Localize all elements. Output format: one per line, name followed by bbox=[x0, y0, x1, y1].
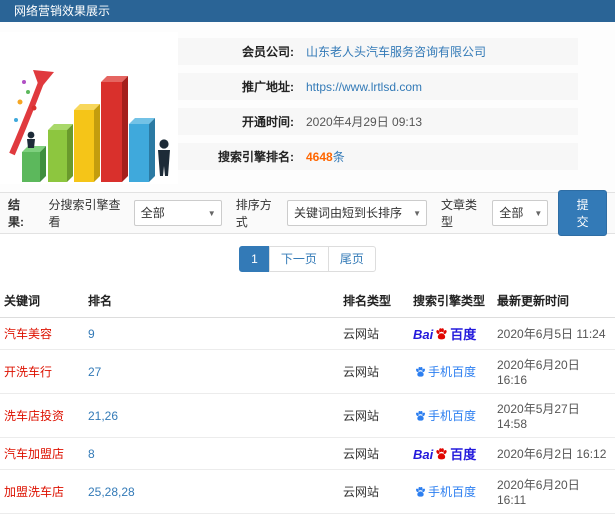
bar-chart-illustration bbox=[0, 32, 178, 184]
engine-cell: 手机百度 bbox=[409, 513, 493, 520]
paw-icon bbox=[416, 367, 425, 377]
baidu-logo-latin: Bai bbox=[413, 327, 434, 342]
growth-chart-graphic bbox=[9, 70, 170, 182]
paw-icon bbox=[436, 448, 447, 460]
rank-type-cell: 云网站 bbox=[339, 393, 409, 438]
engine-filter-select[interactable]: 全部 bbox=[133, 200, 222, 226]
next-page-button[interactable]: 下一页 bbox=[268, 246, 329, 272]
results-table-body: 汽车美容 9 云网站 Bai 百度 2020年6月5日 11:24 开洗车行 27 云网站 手机百… bbox=[0, 317, 615, 520]
rank-count-label: 搜索引擎排名: bbox=[218, 150, 294, 164]
rank-type-cell: 云网站 bbox=[339, 513, 409, 520]
keyword-cell: 汽车加盟店 bbox=[0, 437, 84, 470]
info-row-rank-count: 搜索引擎排名: 4648条 bbox=[178, 143, 578, 170]
pagination: 1 下一页 尾页 bbox=[0, 234, 615, 284]
header-rank: 排名 bbox=[84, 284, 339, 318]
updated-cell: 2020年6月2日 16:12 bbox=[493, 437, 615, 470]
results-table: 关键词 排名 排名类型 搜索引擎类型 最新更新时间 汽车美容 9 云网站 Bai 百度 2… bbox=[0, 284, 615, 520]
paw-icon bbox=[416, 411, 425, 421]
updated-cell: 2020年6月20日 16:16 bbox=[493, 349, 615, 394]
mobile-baidu-text: 手机百度 bbox=[428, 485, 477, 499]
rank-cell[interactable]: 25,28,28 bbox=[84, 469, 339, 514]
table-row: 洗车赚钱吗30云网站手机百度2020年6月20日 16:12 bbox=[0, 513, 615, 520]
keyword-cell: 开洗车行 bbox=[0, 349, 84, 394]
member-info-panel: 会员公司: 山东老人头汽车服务咨询有限公司 推广地址: https://www.… bbox=[178, 32, 615, 184]
keyword-cell: 洗车店投资 bbox=[0, 393, 84, 438]
engine-cell: Bai 百度 bbox=[409, 437, 493, 470]
mobile-baidu-text: 手机百度 bbox=[428, 365, 477, 379]
rank-cell[interactable]: 30 bbox=[84, 513, 339, 520]
header-updated: 最新更新时间 bbox=[493, 284, 615, 318]
rank-cell[interactable]: 21,26 bbox=[84, 393, 339, 438]
page-number-current[interactable]: 1 bbox=[239, 246, 270, 272]
rank-cell[interactable]: 8 bbox=[84, 437, 339, 470]
table-row: 汽车加盟店 8 云网站 Bai 百度 2020年6月2日 16:12 bbox=[0, 437, 615, 470]
promo-url-link[interactable]: https://www.lrtlsd.com bbox=[306, 80, 422, 94]
rank-count-unit: 条 bbox=[332, 150, 345, 164]
sort-filter-select[interactable]: 关键词由短到长排序 bbox=[287, 200, 428, 226]
engine-cell: 手机百度 bbox=[409, 469, 493, 514]
engine-filter-wrap: 全部 bbox=[133, 200, 222, 226]
table-row: 加盟洗车店 25,28,28 云网站 手机百度 2020年6月20日 16:11 bbox=[0, 469, 615, 514]
header-rank-type: 排名类型 bbox=[339, 284, 409, 318]
sort-filter-label: 排序方式 bbox=[235, 198, 272, 229]
rank-type-cell: 云网站 bbox=[339, 437, 409, 470]
last-page-button[interactable]: 尾页 bbox=[327, 246, 376, 272]
updated-cell: 2020年6月20日 16:11 bbox=[493, 469, 615, 514]
page-title: 网络营销效果展示 bbox=[14, 4, 111, 18]
engine-cell: 手机百度 bbox=[409, 349, 493, 394]
updated-cell: 2020年5月27日 14:58 bbox=[493, 393, 615, 438]
keyword-cell: 加盟洗车店 bbox=[0, 469, 84, 514]
keyword-cell: 洗车赚钱吗 bbox=[0, 513, 84, 520]
info-row-company: 会员公司: 山东老人头汽车服务咨询有限公司 bbox=[178, 38, 578, 65]
baidu-logo-text: 百度 bbox=[450, 327, 477, 342]
submit-button[interactable]: 提交 bbox=[558, 190, 607, 236]
engine-cell: Bai 百度 bbox=[409, 317, 493, 350]
rank-cell[interactable]: 9 bbox=[84, 317, 339, 350]
engine-cell: 手机百度 bbox=[409, 393, 493, 438]
baidu-logo-text: 百度 bbox=[450, 447, 477, 462]
rank-type-cell: 云网站 bbox=[339, 317, 409, 350]
mobile-baidu-text: 手机百度 bbox=[428, 409, 477, 423]
article-type-select[interactable]: 全部 bbox=[492, 200, 549, 226]
promo-url-label: 推广地址: bbox=[242, 80, 294, 94]
paw-icon bbox=[416, 487, 425, 497]
table-row: 洗车店投资 21,26 云网站 手机百度 2020年5月27日 14:58 bbox=[0, 393, 615, 438]
result-label: 结果: bbox=[8, 198, 24, 229]
rank-type-cell: 云网站 bbox=[339, 469, 409, 514]
paw-icon bbox=[436, 328, 447, 340]
table-row: 开洗车行 27 云网站 手机百度 2020年6月20日 16:16 bbox=[0, 349, 615, 394]
info-row-url: 推广地址: https://www.lrtlsd.com bbox=[178, 73, 578, 100]
updated-cell: 2020年6月5日 11:24 bbox=[493, 317, 615, 350]
baidu-logo-latin: Bai bbox=[413, 447, 434, 462]
rank-type-cell: 云网站 bbox=[339, 349, 409, 394]
page-header: 网络营销效果展示 bbox=[0, 0, 615, 22]
article-type-label: 文章类型 bbox=[441, 198, 478, 229]
open-time-label: 开通时间: bbox=[242, 115, 294, 129]
header-engine-type: 搜索引擎类型 bbox=[409, 284, 493, 318]
summary-section: 会员公司: 山东老人头汽车服务咨询有限公司 推广地址: https://www.… bbox=[0, 22, 615, 192]
company-link[interactable]: 山东老人头汽车服务咨询有限公司 bbox=[306, 43, 486, 60]
table-row: 汽车美容 9 云网站 Bai 百度 2020年6月5日 11:24 bbox=[0, 317, 615, 350]
rank-cell[interactable]: 27 bbox=[84, 349, 339, 394]
rank-count-value: 4648 bbox=[306, 150, 333, 164]
sort-filter-wrap: 关键词由短到长排序 bbox=[287, 200, 428, 226]
header-keyword: 关键词 bbox=[0, 284, 84, 318]
article-type-wrap: 全部 bbox=[492, 200, 549, 226]
open-time-value: 2020年4月29日 09:13 bbox=[306, 115, 423, 129]
table-header-row: 关键词 排名 排名类型 搜索引擎类型 最新更新时间 bbox=[0, 284, 615, 318]
info-row-open-time: 开通时间: 2020年4月29日 09:13 bbox=[178, 108, 578, 135]
company-label: 会员公司: bbox=[242, 45, 294, 59]
filter-bar: 结果: 分搜索引擎查看 全部 排序方式 关键词由短到长排序 文章类型 全部 提交 bbox=[0, 190, 615, 236]
engine-filter-label: 分搜索引擎查看 bbox=[48, 198, 121, 229]
updated-cell: 2020年6月20日 16:12 bbox=[493, 513, 615, 520]
keyword-cell: 汽车美容 bbox=[0, 317, 84, 350]
